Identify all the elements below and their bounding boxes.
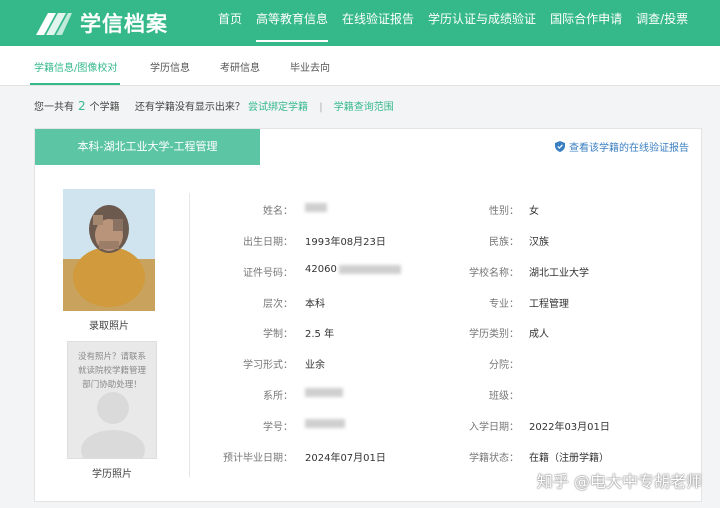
watermark: 知乎 @电大中专胡老师 — [536, 472, 702, 491]
field-value: 成人 — [529, 329, 549, 340]
field-value: 2024年07月01日 — [305, 453, 386, 464]
field-label: 学历类别： — [469, 329, 519, 340]
field-label: 入学日期： — [469, 422, 519, 433]
field-label: 专业： — [489, 299, 519, 310]
field-value: 女 — [529, 206, 539, 217]
admission-photo-caption: 录取照片 — [89, 321, 129, 332]
field-label: 学号： — [263, 422, 293, 433]
subnav-exam-info[interactable]: 考研信息 — [220, 59, 260, 74]
field-label: 层次： — [263, 299, 293, 310]
field-label: 班级： — [489, 391, 519, 402]
record-count: 2 — [78, 99, 86, 113]
degree-photo-caption: 学历照片 — [92, 469, 132, 480]
query-scope-link[interactable]: 学籍查询范围 — [334, 102, 394, 113]
field-value: 工程管理 — [529, 299, 569, 310]
admission-photo — [63, 189, 155, 311]
field-label: 出生日期： — [243, 237, 293, 248]
nav-home[interactable]: 首页 — [218, 0, 242, 46]
subnav-degree-info[interactable]: 学历信息 — [150, 59, 190, 74]
field-label: 系所： — [263, 391, 293, 402]
field-value: 1993年08月23日 — [305, 237, 386, 248]
field-value: 2.5 年 — [305, 329, 335, 340]
record-card: 本科-湖北工业大学-工程管理 查看该学籍的在线验证报告 录取照片 没有照片？请联… — [34, 128, 702, 502]
subnav-active-indicator — [30, 83, 120, 85]
book-logo-icon — [36, 13, 72, 35]
shield-icon — [555, 141, 565, 152]
vertical-divider — [189, 193, 190, 477]
field-label: 民族： — [489, 237, 519, 248]
field-label: 学制： — [263, 329, 293, 340]
subnav-status-info[interactable]: 学籍信息/图像校对 — [34, 59, 117, 74]
field-label: 证件号码： — [243, 268, 293, 279]
nav-international[interactable]: 国际合作申请 — [550, 0, 622, 46]
nav-certification[interactable]: 学历认证与成绩验证 — [428, 0, 536, 46]
field-value — [305, 418, 345, 429]
nav-survey[interactable]: 调查/投票 — [636, 0, 688, 46]
record-summary: 您一共有 2 个学籍 还有学籍没有显示出来？ 尝试绑定学籍 | 学籍查询范围 — [34, 98, 394, 113]
field-label: 姓名： — [263, 206, 293, 217]
summary-prefix: 您一共有 — [34, 102, 74, 113]
logo[interactable]: 学信档案 — [34, 8, 168, 38]
field-value: 业余 — [305, 360, 325, 371]
summary-suffix: 个学籍 — [89, 102, 120, 113]
field-label: 学籍状态： — [469, 453, 519, 464]
nav-higher-education[interactable]: 高等教育信息 — [256, 0, 329, 46]
no-photo-message: 没有照片？请联系就读院校学籍管理部门协助处理！ — [77, 352, 146, 390]
nav-online-report[interactable]: 在线验证报告 — [342, 0, 414, 46]
field-value: 2022年03月01日 — [529, 422, 610, 433]
separator: | — [319, 102, 323, 113]
bind-record-link[interactable]: 尝试绑定学籍 — [248, 102, 308, 113]
field-label: 性别： — [489, 206, 519, 217]
sub-nav: 学籍信息/图像校对 学历信息 考研信息 毕业去向 — [0, 46, 720, 86]
field-value: 在籍（注册学籍） — [529, 453, 609, 464]
field-value: 湖北工业大学 — [529, 268, 589, 279]
logo-text: 学信档案 — [80, 12, 168, 36]
subnav-graduation[interactable]: 毕业去向 — [290, 59, 330, 74]
field-label: 学校名称： — [469, 268, 519, 279]
field-value: 42060 — [305, 264, 401, 275]
field-label: 预计毕业日期： — [223, 453, 293, 464]
record-tab[interactable]: 本科-湖北工业大学-工程管理 — [35, 129, 260, 165]
field-value — [305, 202, 327, 213]
field-value: 本科 — [305, 299, 325, 310]
top-nav: 首页 高等教育信息 在线验证报告 学历认证与成绩验证 国际合作申请 调查/投票 — [218, 0, 702, 46]
field-value: 汉族 — [529, 237, 549, 248]
field-label: 学习形式： — [243, 360, 293, 371]
top-bar: 学信档案 首页 高等教育信息 在线验证报告 学历认证与成绩验证 国际合作申请 调… — [0, 0, 720, 46]
verify-report-text: 查看该学籍的在线验证报告 — [569, 143, 689, 154]
person-photo-icon — [63, 189, 155, 311]
missing-text: 还有学籍没有显示出来？ — [134, 102, 245, 113]
field-value — [305, 387, 343, 398]
degree-photo-placeholder: 没有照片？请联系就读院校学籍管理部门协助处理！ — [67, 341, 157, 459]
field-label: 分院： — [489, 360, 519, 371]
verify-report-link[interactable]: 查看该学籍的在线验证报告 — [555, 139, 689, 154]
